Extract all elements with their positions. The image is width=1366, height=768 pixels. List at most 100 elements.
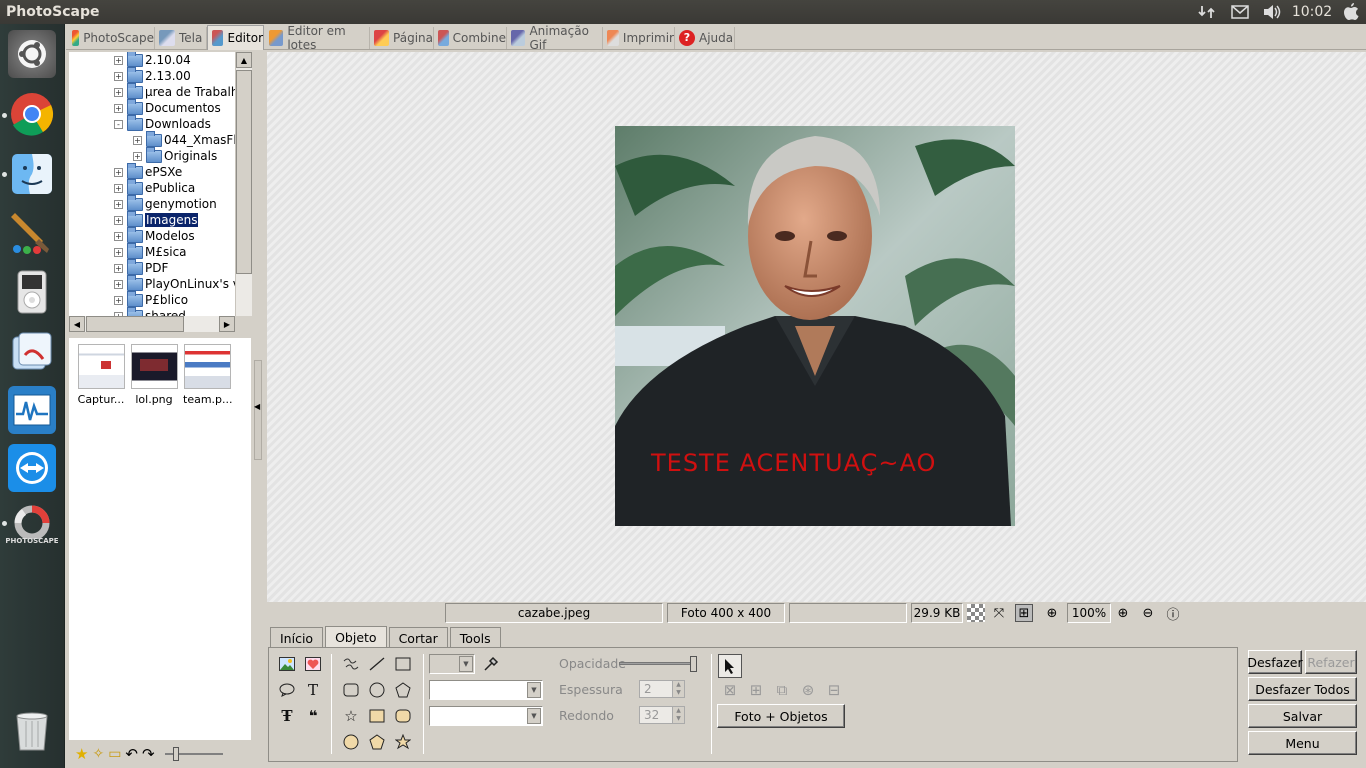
photo-object-icon[interactable]: [277, 654, 297, 674]
zoom-fit-icon[interactable]: ⊕: [1043, 604, 1061, 622]
text-icon[interactable]: T: [303, 680, 323, 700]
trash-icon[interactable]: [8, 708, 56, 756]
object-align-icon[interactable]: ⊟: [824, 680, 844, 700]
favorite-star-icon[interactable]: ★: [75, 745, 88, 763]
filled-pentagon-icon[interactable]: [367, 732, 387, 752]
opacity-slider-thumb[interactable]: [690, 656, 697, 672]
tab-cortar[interactable]: Cortar: [388, 627, 448, 648]
save-button[interactable]: Salvar: [1248, 704, 1357, 728]
line-style-combo[interactable]: ▼: [429, 680, 543, 700]
thumbnail-item[interactable]: team.p...: [183, 344, 233, 406]
tree-expander-icon[interactable]: +: [114, 295, 123, 305]
pentagon-icon[interactable]: [393, 680, 413, 700]
tree-expander-icon[interactable]: +: [114, 55, 123, 65]
filled-rounded-rect-icon[interactable]: [393, 706, 413, 726]
image-canvas[interactable]: TESTE ACENTUAÇ~AO: [267, 52, 1366, 602]
edited-photo[interactable]: TESTE ACENTUAÇ~AO: [615, 126, 1015, 526]
speech-balloon-icon[interactable]: [277, 680, 297, 700]
color-picker-combo[interactable]: ▼: [429, 654, 475, 674]
tree-expander-icon[interactable]: +: [114, 215, 123, 225]
object-delete-icon[interactable]: ⊠: [720, 680, 740, 700]
tree-item[interactable]: - Downloads: [114, 114, 211, 132]
scroll-left-button[interactable]: ◀: [69, 316, 85, 332]
volume-icon[interactable]: [1260, 0, 1284, 24]
tree-item[interactable]: + M£sica: [114, 242, 187, 260]
thumbnail-item[interactable]: lol.png: [130, 344, 178, 406]
select-arrow-icon[interactable]: [718, 654, 742, 678]
round-spinner[interactable]: 32 ▲ ▼: [639, 706, 685, 724]
circle-icon[interactable]: [367, 680, 387, 700]
line-icon[interactable]: [367, 654, 387, 674]
menu-button[interactable]: Menu: [1248, 731, 1357, 755]
zoom-level[interactable]: 100%: [1067, 603, 1111, 623]
text-style-icon[interactable]: Ŧ: [277, 706, 297, 726]
object-front-icon[interactable]: ⧉: [772, 680, 792, 700]
rounded-rectangle-icon[interactable]: [341, 680, 361, 700]
actual-size-icon[interactable]: ⊞: [1015, 604, 1033, 622]
mail-icon[interactable]: [1228, 0, 1252, 24]
tree-expander-icon[interactable]: +: [114, 167, 123, 177]
tab-photoscape[interactable]: PhotoScape: [68, 27, 155, 49]
tab-combine[interactable]: Combine: [434, 27, 507, 49]
clock[interactable]: 10:02: [1290, 0, 1334, 24]
tree-expander-icon[interactable]: +: [133, 151, 142, 161]
back-arrow-icon[interactable]: ↶: [125, 745, 138, 763]
photoscape-icon[interactable]: PHOTOSCAPE: [5, 500, 59, 548]
tab-tela[interactable]: Tela: [155, 27, 207, 49]
tree-expander-icon[interactable]: +: [114, 71, 123, 81]
photo-objects-button[interactable]: Foto + Objetos: [717, 704, 845, 728]
tree-expander-icon[interactable]: +: [114, 231, 123, 241]
opacity-slider[interactable]: [619, 656, 699, 672]
zoom-in-icon[interactable]: ⊕: [1114, 604, 1132, 622]
quote-icon[interactable]: ❝: [303, 706, 323, 726]
scroll-up-button[interactable]: ▲: [236, 52, 252, 68]
star-outline-icon[interactable]: ☆: [341, 706, 361, 726]
finder-icon[interactable]: [8, 150, 56, 198]
tree-expander-icon[interactable]: +: [133, 135, 142, 145]
forward-arrow-icon[interactable]: ↷: [142, 745, 155, 763]
scroll-thumb[interactable]: [236, 70, 252, 274]
tree-expander-icon[interactable]: +: [114, 103, 123, 113]
system-monitor-icon[interactable]: [8, 386, 56, 434]
tree-item[interactable]: + PDF: [114, 258, 168, 276]
tree-vertical-scrollbar[interactable]: ▲: [235, 52, 252, 316]
folder-star-icon[interactable]: ✧: [92, 746, 104, 762]
undo-button[interactable]: Desfazer: [1247, 650, 1303, 674]
panel-splitter[interactable]: ◀: [251, 360, 264, 460]
tree-expander-icon[interactable]: +: [114, 183, 123, 193]
eyedropper-icon[interactable]: [481, 654, 501, 674]
apple-icon[interactable]: [1340, 0, 1362, 24]
tab-print[interactable]: Imprimir: [603, 27, 675, 49]
zoom-out-icon[interactable]: ⊖: [1139, 604, 1157, 622]
tree-expander-icon[interactable]: +: [114, 87, 123, 97]
teamviewer-icon[interactable]: [8, 444, 56, 492]
overlay-text[interactable]: TESTE ACENTUAÇ~AO: [650, 449, 936, 477]
undo-all-button[interactable]: Desfazer Todos: [1248, 677, 1357, 701]
folder-tree[interactable]: +2.10.04 +2.13.00 + µrea de Trabalho + Docume…: [69, 52, 251, 316]
tab-tools[interactable]: Tools: [449, 627, 501, 648]
tab-page[interactable]: Página: [370, 27, 434, 49]
tree-item[interactable]: + P£blico: [114, 290, 188, 308]
filled-star-icon[interactable]: [393, 732, 413, 752]
scroll-thumb[interactable]: [86, 316, 184, 332]
thumbnail-item[interactable]: Captur...: [77, 344, 125, 406]
tab-editor[interactable]: Editor: [207, 25, 264, 50]
freehand-draw-icon[interactable]: [341, 654, 361, 674]
photoscape-viewer-icon[interactable]: [8, 328, 56, 376]
paint-icon[interactable]: [8, 208, 56, 256]
tree-expander-icon[interactable]: +: [114, 279, 123, 289]
chrome-icon[interactable]: [8, 90, 56, 138]
tree-item[interactable]: + Originals: [133, 146, 217, 164]
object-duplicate-icon[interactable]: ⊞: [746, 680, 766, 700]
transparency-grid-icon[interactable]: [967, 604, 985, 622]
thumbnail-size-slider[interactable]: [164, 747, 223, 761]
object-group-icon[interactable]: ⊛: [798, 680, 818, 700]
ubuntu-dash-icon[interactable]: [8, 30, 56, 78]
thickness-spinner[interactable]: 2 ▲ ▼: [639, 680, 685, 698]
fit-screen-icon[interactable]: ⤧: [990, 604, 1008, 622]
tree-expander-icon[interactable]: -: [114, 119, 123, 129]
rectangle-icon[interactable]: [393, 654, 413, 674]
tree-item[interactable]: + ePSXe: [114, 162, 182, 180]
filled-circle-icon[interactable]: [341, 732, 361, 752]
folder-open-icon[interactable]: ▭: [108, 746, 121, 762]
